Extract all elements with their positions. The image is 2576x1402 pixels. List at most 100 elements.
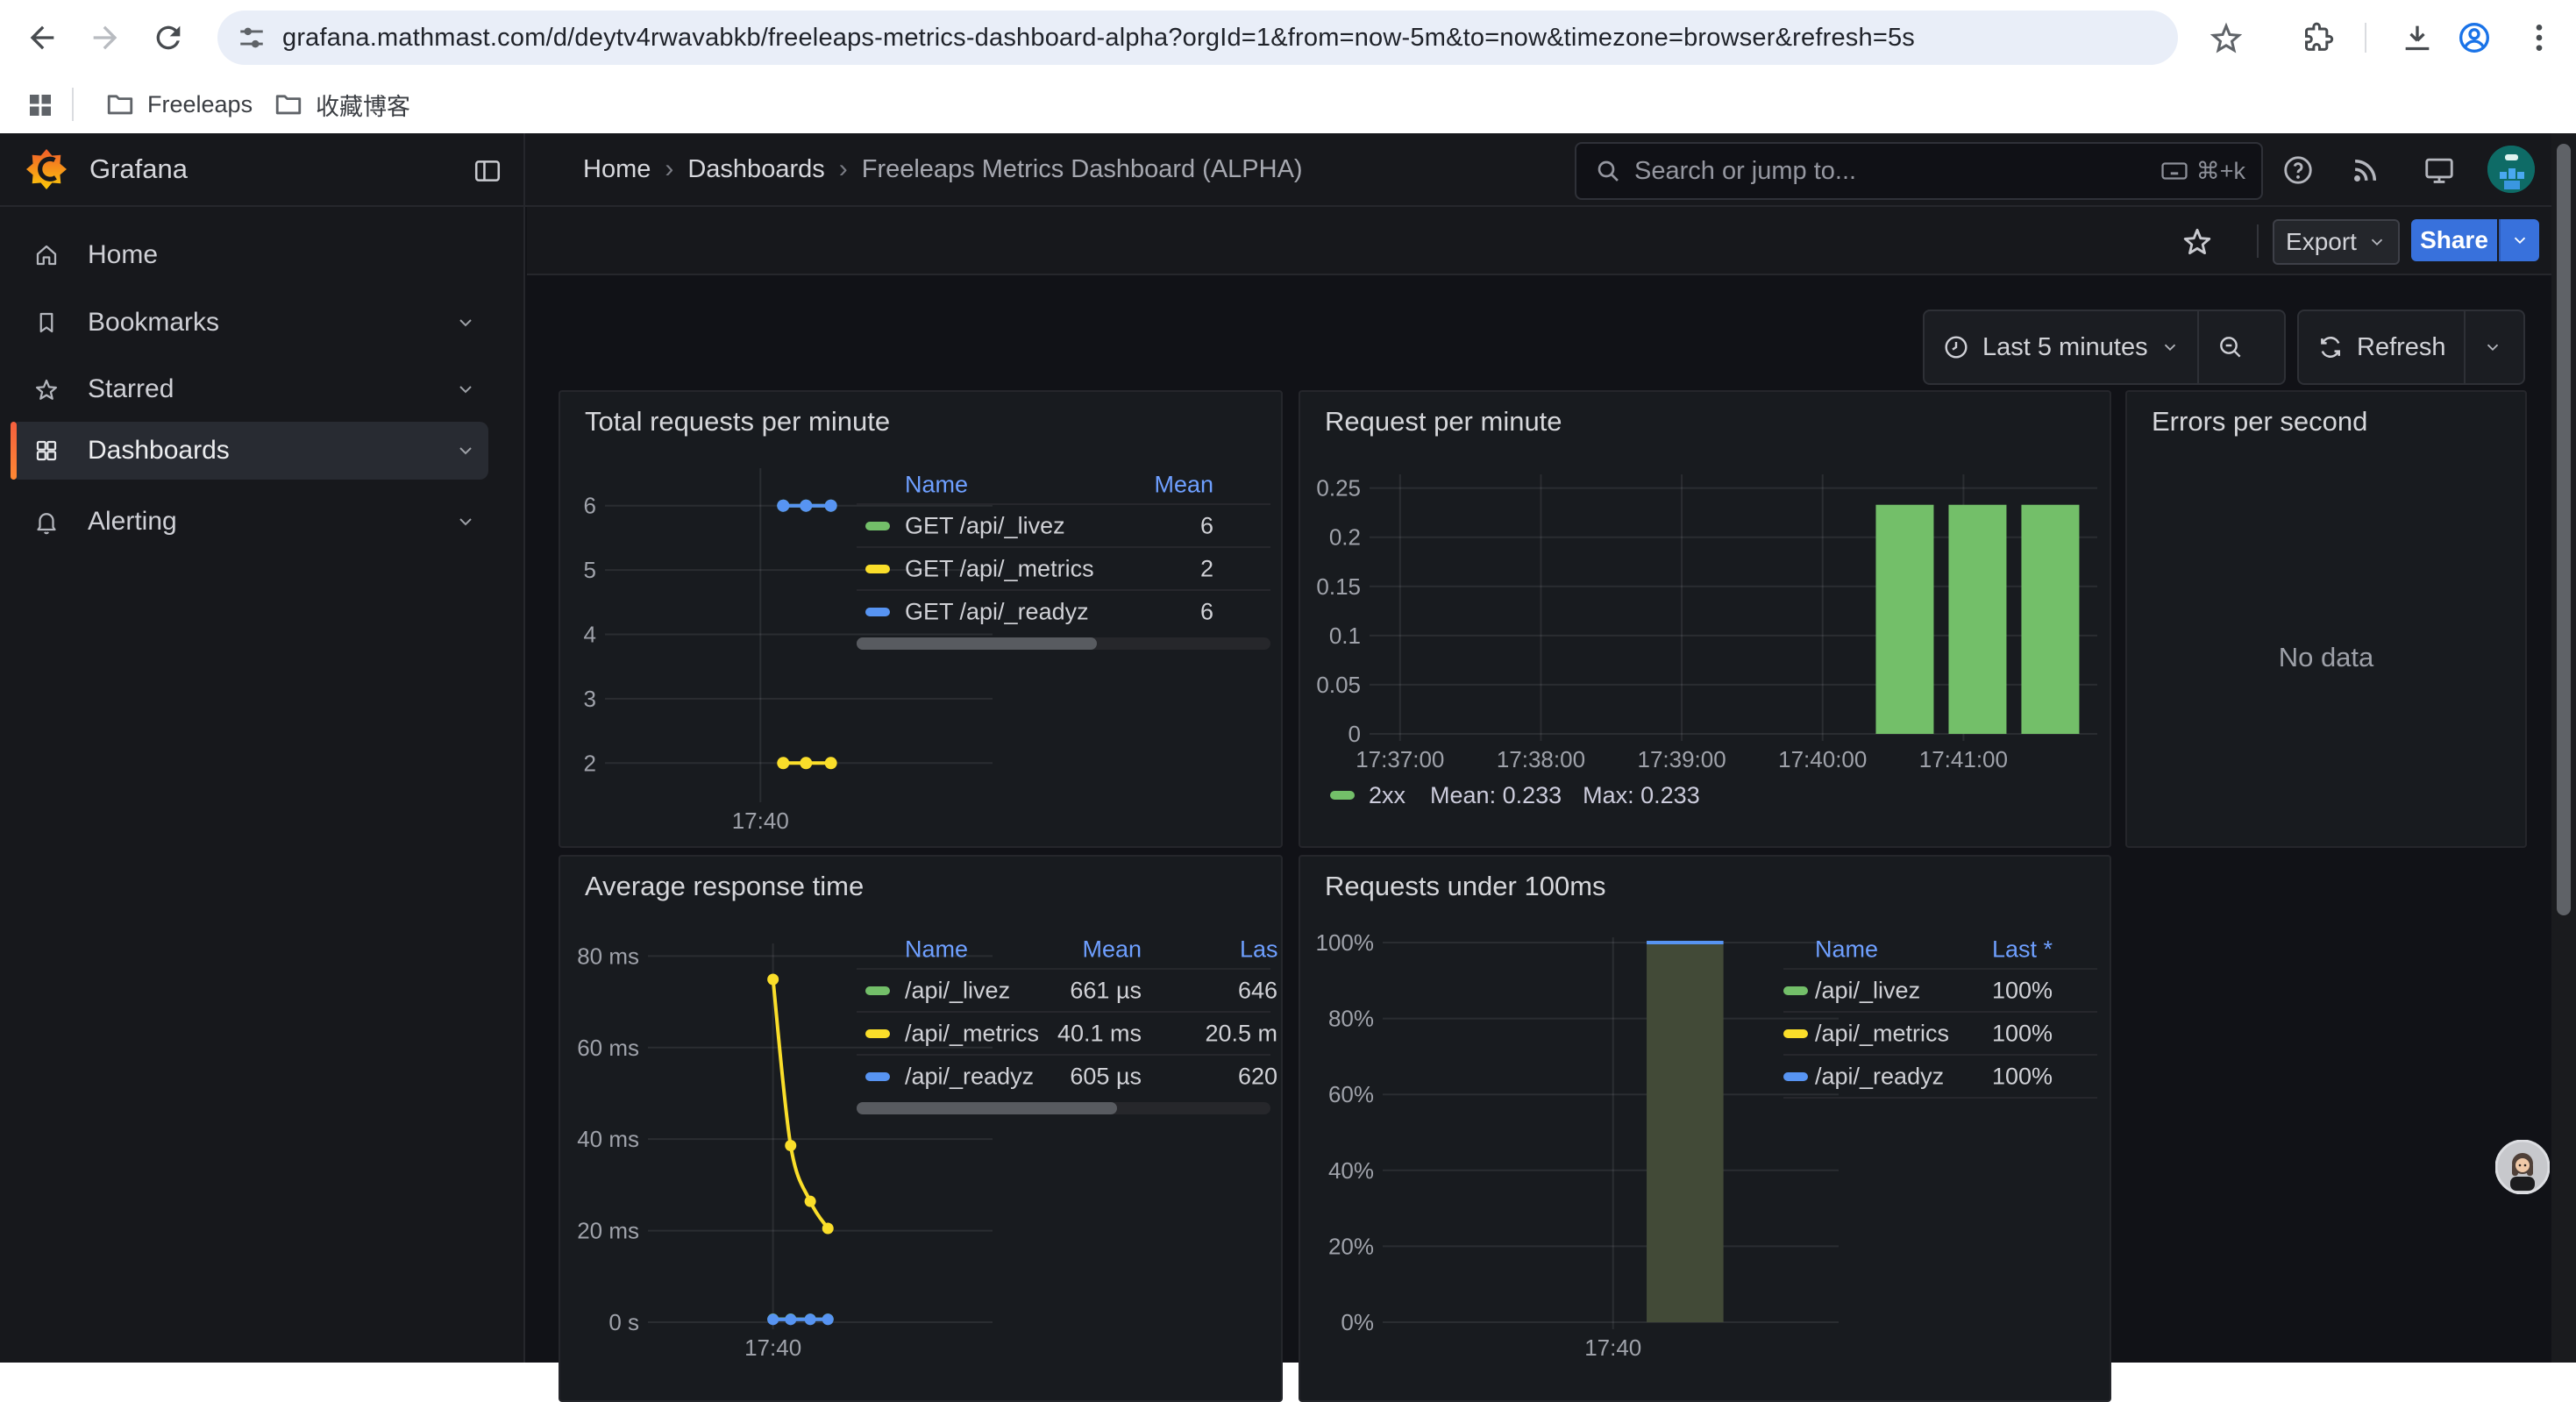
panel-request-per-minute[interactable]: Request per minute 0.250.20.150.10.05017… bbox=[1299, 390, 2111, 848]
legend-row[interactable]: /api/_readyz100% bbox=[1783, 1054, 2097, 1099]
page-scrollbar-thumb[interactable] bbox=[2557, 144, 2571, 915]
legend-value: 605 µs bbox=[1070, 1063, 1142, 1090]
legend-row[interactable]: /api/_metrics40.1 ms20.5 m bbox=[857, 1011, 1270, 1054]
site-info-icon[interactable] bbox=[237, 23, 267, 53]
panel-errors-per-second[interactable]: Errors per second No data bbox=[2125, 390, 2527, 848]
chevron-down-icon[interactable] bbox=[455, 312, 476, 333]
legend-series-name: /api/_metrics bbox=[1815, 1020, 1949, 1047]
panel-title[interactable]: Requests under 100ms bbox=[1325, 871, 1606, 902]
chevron-down-icon[interactable] bbox=[455, 511, 476, 532]
svg-text:0 s: 0 s bbox=[608, 1309, 639, 1335]
bell-icon bbox=[33, 509, 60, 535]
legend-text[interactable]: Mean: 0.233 bbox=[1430, 782, 1562, 809]
rss-icon[interactable] bbox=[2349, 153, 2382, 187]
legend-row[interactable]: GET /api/_livez6 bbox=[857, 503, 1270, 546]
sidebar-item-dashboards[interactable]: Dashboards bbox=[11, 422, 488, 480]
legend-scrollbar[interactable] bbox=[857, 1102, 1270, 1114]
legend-text[interactable]: Max: 0.233 bbox=[1583, 782, 1700, 809]
sidebar-item-bookmarks[interactable]: Bookmarks bbox=[11, 298, 488, 347]
sidebar-toggle-icon[interactable] bbox=[473, 156, 502, 186]
panel-average-response-time[interactable]: Average response time 80 ms60 ms40 ms20 … bbox=[559, 855, 1283, 1402]
legend-series-name: /api/_readyz bbox=[1815, 1063, 1944, 1090]
time-range-picker[interactable]: Last 5 minutes bbox=[1925, 311, 2197, 383]
legend-table: NameMeanLas/api/_livez661 µs646/api/_met… bbox=[857, 931, 1270, 1114]
svg-text:100%: 100% bbox=[1316, 929, 1375, 956]
panel-title[interactable]: Average response time bbox=[585, 871, 864, 902]
svg-text:17:38:00: 17:38:00 bbox=[1497, 746, 1585, 772]
back-icon[interactable] bbox=[25, 20, 60, 55]
breadcrumb-dashboards[interactable]: Dashboards bbox=[687, 155, 824, 184]
time-range-label: Last 5 minutes bbox=[1982, 333, 2148, 362]
search-placeholder: Search or jump to... bbox=[1634, 157, 2160, 186]
series-color-pill bbox=[865, 522, 890, 530]
help-icon[interactable] bbox=[2281, 153, 2315, 187]
legend-scrollbar-thumb[interactable] bbox=[857, 1102, 1117, 1114]
legend-table: NameMeanGET /api/_livez6GET /api/_metric… bbox=[857, 466, 1270, 650]
panel-title[interactable]: Total requests per minute bbox=[585, 406, 890, 438]
favorite-star-icon[interactable] bbox=[2181, 224, 2214, 258]
share-button[interactable]: Share bbox=[2411, 219, 2497, 261]
panel-title[interactable]: Errors per second bbox=[2152, 406, 2367, 438]
refresh-button[interactable]: Refresh bbox=[2299, 311, 2464, 383]
sidebar-item-alerting[interactable]: Alerting bbox=[11, 497, 488, 546]
panel-total-requests-per-minute[interactable]: Total requests per minute 6543217:40 Nam… bbox=[559, 390, 1283, 848]
panel-requests-under-100ms[interactable]: Requests under 100ms 100%80%60%40%20%0%1… bbox=[1299, 855, 2111, 1402]
share-menu-button[interactable] bbox=[2499, 219, 2539, 261]
forward-icon[interactable] bbox=[88, 20, 123, 55]
series-color-pill bbox=[865, 1029, 890, 1038]
legend-row[interactable]: /api/_metrics100% bbox=[1783, 1011, 2097, 1054]
grafana-logo[interactable] bbox=[26, 149, 67, 189]
browser-menu-icon[interactable] bbox=[2522, 20, 2557, 55]
browser-toolbar: grafana.mathmast.com/d/deytv4rwavabkb/fr… bbox=[0, 0, 2576, 75]
brand-name[interactable]: Grafana bbox=[89, 153, 188, 185]
legend-row[interactable]: /api/_livez661 µs646 bbox=[857, 968, 1270, 1011]
legend-text[interactable]: 2xx bbox=[1369, 782, 1405, 809]
svg-text:6: 6 bbox=[584, 493, 596, 519]
breadcrumb-home[interactable]: Home bbox=[583, 155, 651, 184]
panel-title[interactable]: Request per minute bbox=[1325, 406, 1562, 438]
svg-text:17:40: 17:40 bbox=[732, 808, 789, 834]
chevron-down-icon[interactable] bbox=[455, 379, 476, 400]
legend-col-name: Name bbox=[905, 472, 968, 499]
bookmark-folder-blogs[interactable]: 收藏博客 bbox=[263, 85, 421, 124]
legend-scrollbar-thumb[interactable] bbox=[857, 637, 1097, 650]
svg-text:0.05: 0.05 bbox=[1316, 672, 1361, 698]
legend-scrollbar[interactable] bbox=[857, 637, 1270, 650]
chevron-down-icon[interactable] bbox=[455, 440, 476, 461]
legend-row[interactable]: /api/_readyz605 µs620 bbox=[857, 1054, 1270, 1097]
legend-row[interactable]: GET /api/_readyz6 bbox=[857, 589, 1270, 632]
svg-text:80%: 80% bbox=[1328, 1006, 1374, 1032]
legend-row[interactable]: /api/_livez100% bbox=[1783, 968, 2097, 1011]
profile-icon[interactable] bbox=[2457, 20, 2492, 55]
legend-header: NameLast * bbox=[1783, 931, 2097, 968]
no-data-message: No data bbox=[2127, 642, 2525, 673]
svg-text:0%: 0% bbox=[1341, 1309, 1374, 1335]
export-button[interactable]: Export bbox=[2273, 219, 2400, 265]
refresh-interval-button[interactable] bbox=[2464, 311, 2520, 383]
bookmark-label: Freeleaps bbox=[147, 91, 253, 118]
sidebar-item-starred[interactable]: Starred bbox=[11, 365, 488, 414]
search-input[interactable]: Search or jump to... ⌘+k bbox=[1575, 142, 2263, 200]
legend-row[interactable]: GET /api/_metrics2 bbox=[857, 546, 1270, 589]
series-color-pill bbox=[865, 986, 890, 995]
svg-text:20%: 20% bbox=[1328, 1233, 1374, 1259]
chevron-down-icon bbox=[2160, 338, 2180, 357]
sidebar-item-home[interactable]: Home bbox=[11, 231, 488, 280]
grafana-header-right: Home › Dashboards › Freeleaps Metrics Da… bbox=[527, 133, 2576, 205]
url-bar[interactable]: grafana.mathmast.com/d/deytv4rwavabkb/fr… bbox=[217, 11, 2178, 65]
reload-icon[interactable] bbox=[151, 20, 186, 55]
bookmark-folder-freeleaps[interactable]: Freeleaps bbox=[95, 85, 263, 124]
download-icon[interactable] bbox=[2400, 20, 2435, 55]
bookmark-star-icon[interactable] bbox=[2209, 20, 2244, 55]
zoom-out-icon bbox=[2217, 333, 2245, 361]
monitor-icon[interactable] bbox=[2423, 153, 2456, 187]
floating-assistant-avatar[interactable] bbox=[2495, 1140, 2550, 1194]
svg-text:0.25: 0.25 bbox=[1316, 475, 1361, 502]
breadcrumb-current: Freeleaps Metrics Dashboard (ALPHA) bbox=[862, 155, 1303, 184]
extensions-icon[interactable] bbox=[2300, 20, 2335, 55]
zoom-out-button[interactable] bbox=[2197, 311, 2262, 383]
user-avatar[interactable] bbox=[2487, 146, 2535, 193]
apps-icon[interactable] bbox=[25, 89, 56, 121]
page-scrollbar[interactable] bbox=[2551, 133, 2576, 1363]
chevron-down-icon bbox=[2483, 338, 2502, 357]
